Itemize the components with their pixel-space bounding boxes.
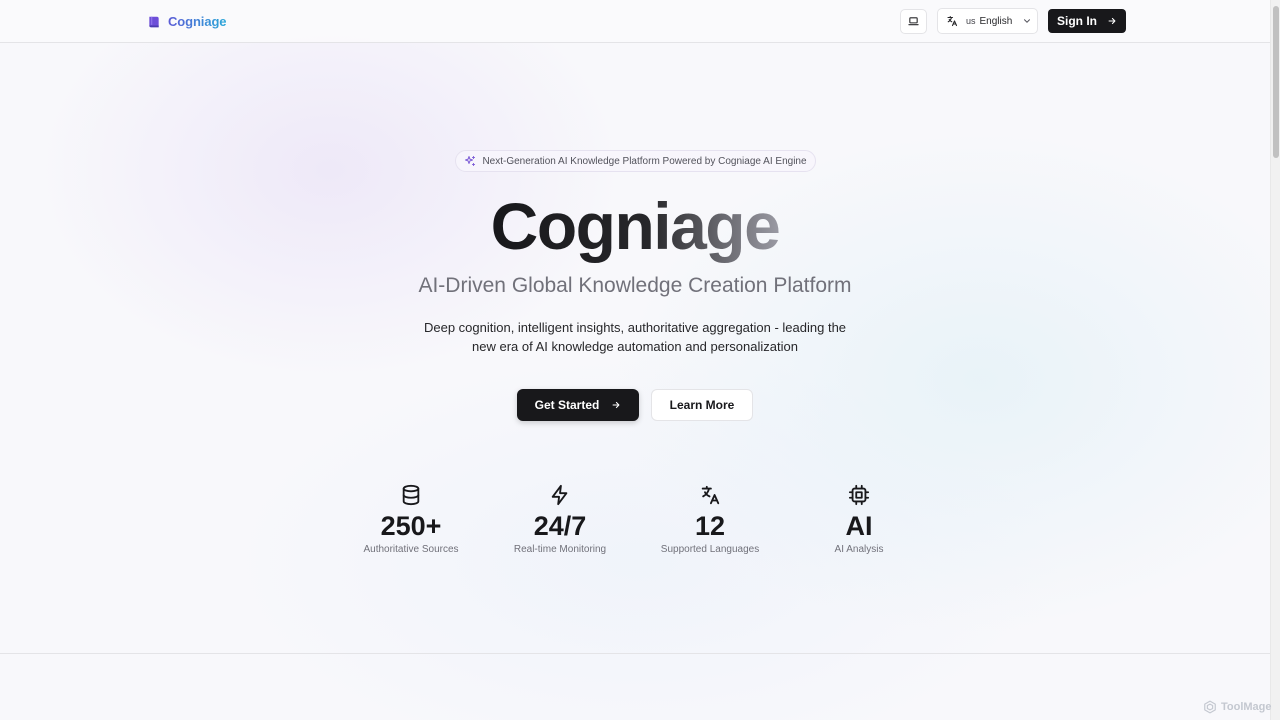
stat-value: 12	[694, 511, 726, 541]
section-divider	[0, 653, 1270, 654]
sign-in-button[interactable]: Sign In	[1048, 9, 1126, 33]
stat-item: 250+ Authoritative Sources	[336, 484, 486, 557]
learn-more-label: Learn More	[669, 398, 735, 412]
hero-title: Cogniage	[0, 188, 1270, 264]
stat-value: AI	[845, 511, 873, 541]
translate-icon	[701, 485, 720, 505]
hero-background	[0, 0, 1270, 720]
hero-title-text: Cogniage	[490, 189, 781, 263]
laptop-icon	[908, 17, 919, 26]
stat-value: 250+	[380, 511, 442, 541]
database-icon	[402, 484, 420, 506]
stat-label: AI Analysis	[834, 544, 884, 555]
stat-value: 24/7	[533, 511, 587, 541]
arrow-right-icon	[1108, 17, 1116, 25]
cpu-chip-icon	[848, 484, 870, 506]
top-navbar: Cogniage us English Sign In	[0, 0, 1270, 43]
hero-description: Deep cognition, intelligent insights, au…	[423, 320, 847, 354]
book-icon	[149, 16, 159, 27]
hero-subtitle: AI-Driven Global Knowledge Creation Plat…	[418, 274, 852, 297]
hero-badge-text: Next-Generation AI Knowledge Platform Po…	[482, 155, 807, 167]
chevron-down-icon	[1024, 19, 1031, 23]
theme-toggle-button[interactable]	[900, 9, 927, 34]
stat-label: Real-time Monitoring	[513, 544, 607, 555]
stat-item: 24/7 Real-time Monitoring	[485, 484, 635, 557]
stat-item: 12 Supported Languages	[635, 484, 785, 557]
stat-item: AI AI Analysis	[784, 484, 934, 557]
brand-name: Cogniage	[168, 14, 227, 29]
get-started-button[interactable]: Get Started	[517, 389, 639, 421]
language-name: English	[979, 15, 1013, 27]
get-started-label: Get Started	[534, 398, 600, 412]
language-selector[interactable]: us English	[937, 8, 1038, 34]
language-code: us	[966, 16, 976, 26]
stat-label: Supported Languages	[660, 544, 760, 555]
sign-in-label: Sign In	[1057, 14, 1097, 28]
sparkles-icon	[465, 156, 476, 166]
learn-more-button[interactable]: Learn More	[651, 389, 753, 421]
page-scrollbar[interactable]	[1270, 0, 1280, 720]
scrollbar-thumb[interactable]	[1273, 6, 1279, 158]
arrow-right-icon	[612, 401, 620, 409]
watermark-text: ToolMage	[1221, 701, 1272, 713]
watermark: ToolMage	[1203, 699, 1272, 715]
lightning-icon	[551, 484, 568, 506]
translate-icon	[947, 15, 958, 27]
hero-badge: Next-Generation AI Knowledge Platform Po…	[455, 150, 816, 172]
stat-label: Authoritative Sources	[363, 544, 459, 555]
hexagon-logo-icon	[1204, 700, 1216, 714]
brand-logo[interactable]: Cogniage	[147, 13, 227, 30]
